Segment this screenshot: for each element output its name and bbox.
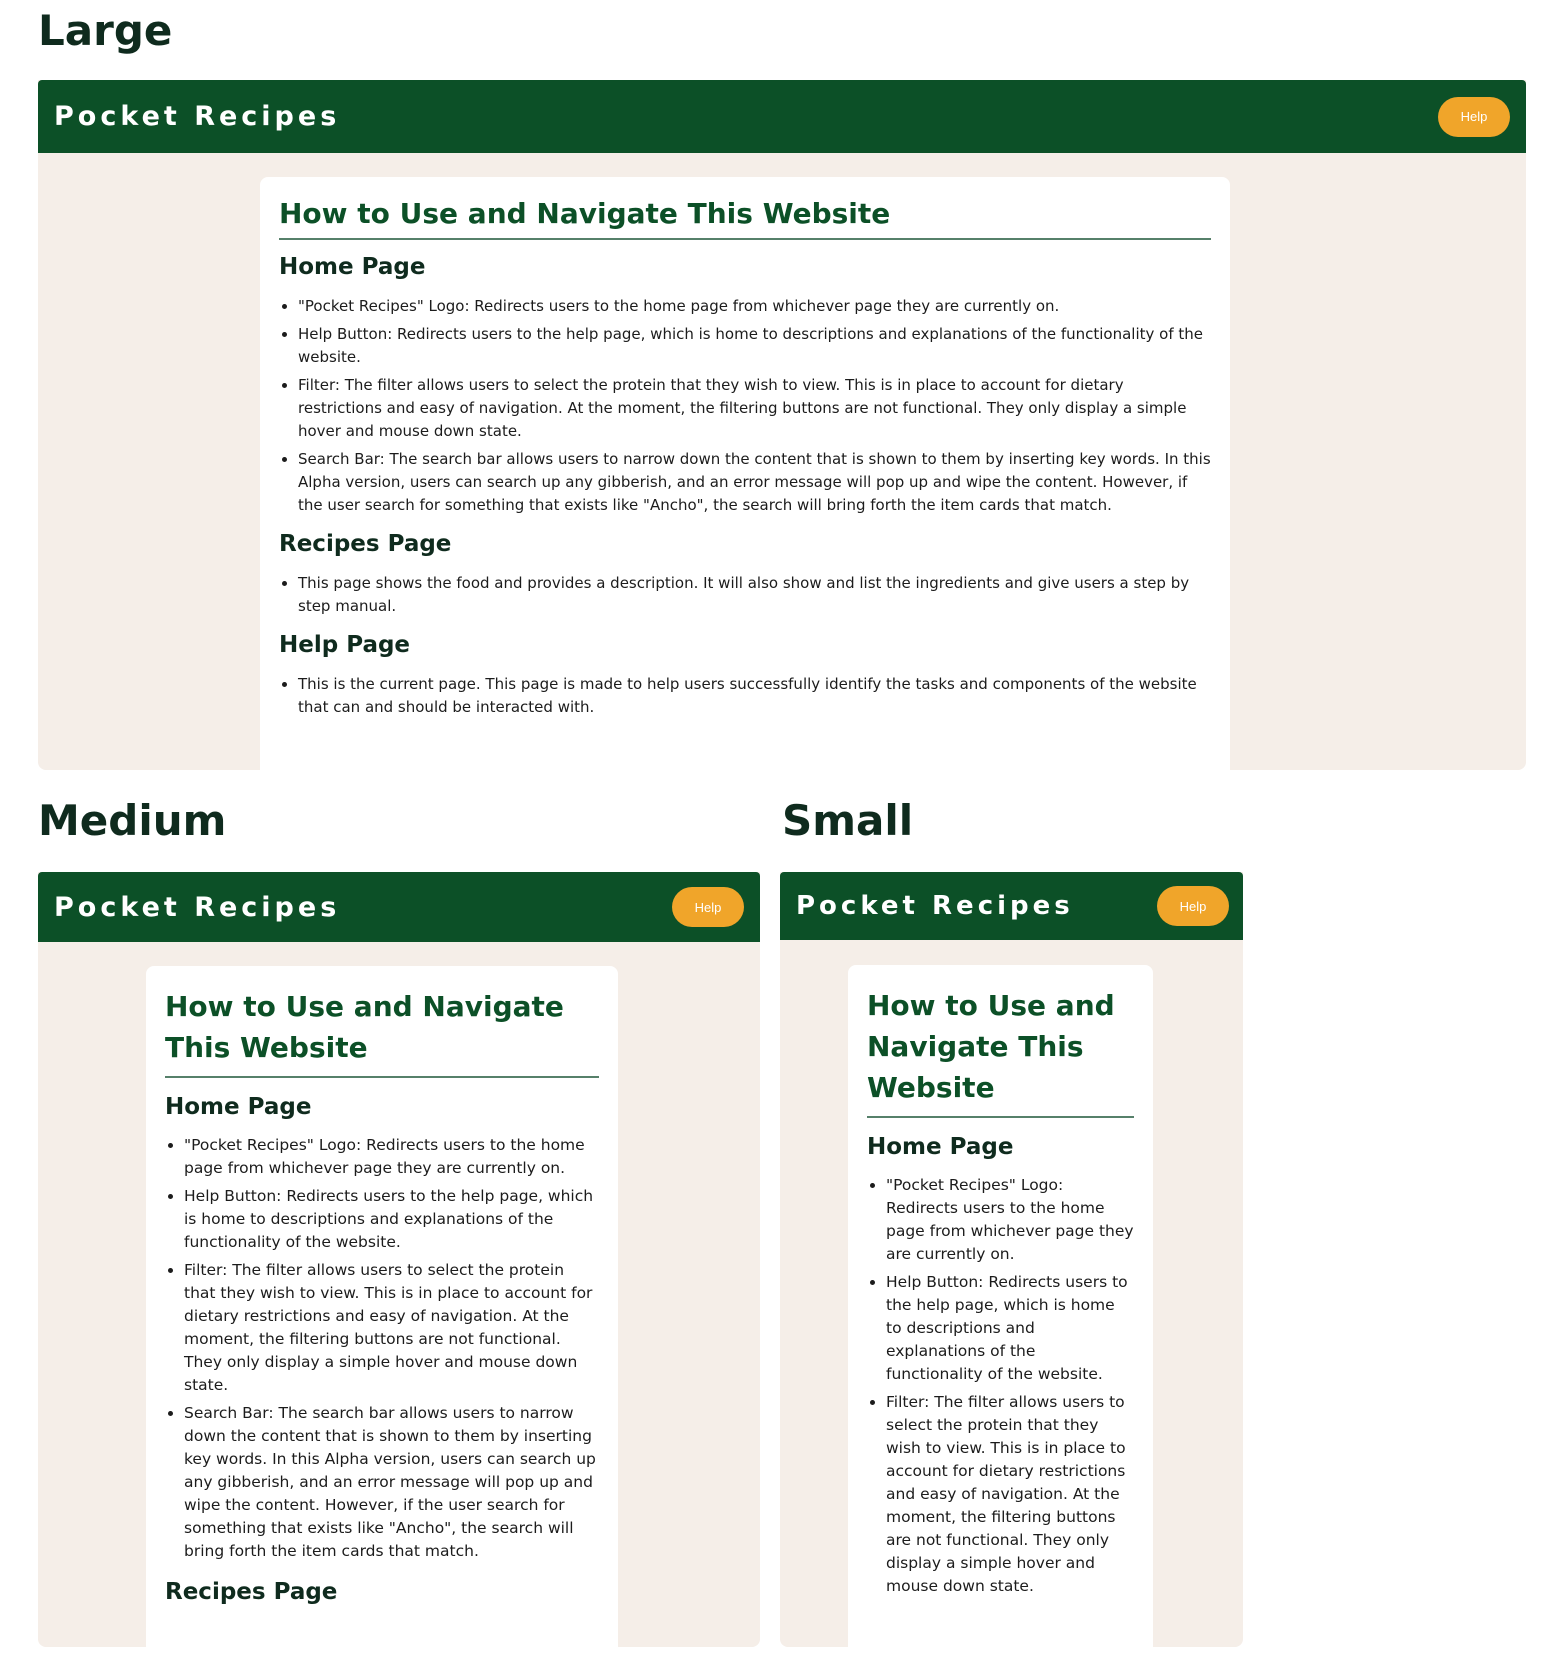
list-item: Help Button: Redirects users to the help… [298, 323, 1211, 369]
list-item: Help Button: Redirects users to the help… [184, 1185, 599, 1254]
help-card: How to Use and Navigate This Website Hom… [260, 177, 1230, 770]
medium-section-label: Medium [38, 796, 227, 845]
list-item: Help Button: Redirects users to the help… [886, 1271, 1134, 1386]
header-bar: Pocket Recipes Help [38, 872, 760, 942]
home-page-list: "Pocket Recipes" Logo: Redirects users t… [165, 1134, 599, 1563]
page-title: How to Use and Navigate This Website [279, 197, 1211, 240]
recipes-page-heading: Recipes Page [165, 1579, 338, 1605]
header-bar: Pocket Recipes Help [38, 80, 1526, 153]
list-item: "Pocket Recipes" Logo: Redirects users t… [184, 1134, 599, 1180]
list-item: Search Bar: The search bar allows users … [298, 448, 1211, 517]
home-page-heading: Home Page [867, 1134, 1014, 1160]
list-item: Filter: The filter allows users to selec… [184, 1259, 599, 1397]
recipes-page-heading: Recipes Page [279, 531, 452, 557]
list-item: Filter: The filter allows users to selec… [886, 1391, 1134, 1598]
home-page-heading: Home Page [165, 1094, 312, 1120]
large-section-label: Large [38, 6, 173, 55]
help-button[interactable]: Help [1438, 96, 1510, 137]
list-item: "Pocket Recipes" Logo: Redirects users t… [886, 1174, 1134, 1266]
list-item: Search Bar: The search bar allows users … [184, 1402, 599, 1563]
home-page-heading: Home Page [279, 254, 426, 280]
home-page-list: "Pocket Recipes" Logo: Redirects users t… [279, 295, 1211, 517]
help-button[interactable]: Help [672, 887, 744, 927]
page-title: How to Use and Navigate This Website [165, 986, 599, 1078]
recipes-page-list: This page shows the food and provides a … [279, 572, 1211, 618]
help-page-heading: Help Page [279, 632, 411, 658]
help-card: How to Use and Navigate This Website Hom… [146, 966, 618, 1647]
list-item: Filter: The filter allows users to selec… [298, 374, 1211, 443]
help-card: How to Use and Navigate This Website Hom… [848, 965, 1153, 1647]
small-section-label: Small [782, 796, 914, 845]
medium-preview: Pocket Recipes Help How to Use and Navig… [38, 872, 760, 1647]
list-item: "Pocket Recipes" Logo: Redirects users t… [298, 295, 1211, 318]
page-title: How to Use and Navigate This Website [867, 985, 1134, 1118]
small-preview: Pocket Recipes Help How to Use and Navig… [780, 872, 1243, 1647]
help-button[interactable]: Help [1157, 886, 1229, 926]
logo[interactable]: Pocket Recipes [796, 891, 1074, 921]
header-bar: Pocket Recipes Help [780, 872, 1243, 940]
list-item: This page shows the food and provides a … [298, 572, 1211, 618]
help-page-list: This is the current page. This page is m… [279, 673, 1211, 719]
logo[interactable]: Pocket Recipes [54, 101, 340, 132]
list-item: This is the current page. This page is m… [298, 673, 1211, 719]
logo[interactable]: Pocket Recipes [54, 892, 340, 923]
large-preview: Pocket Recipes Help How to Use and Navig… [38, 80, 1526, 770]
home-page-list: "Pocket Recipes" Logo: Redirects users t… [867, 1174, 1134, 1598]
